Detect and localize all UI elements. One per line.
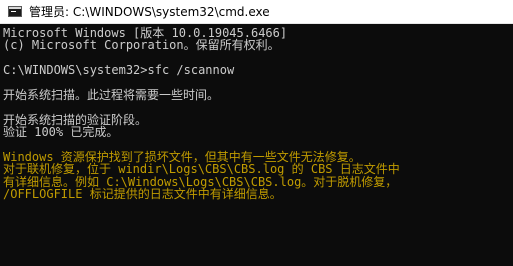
cmd-window: 管理员: C:\WINDOWS\system32\cmd.exe Microso…: [0, 0, 513, 266]
title-bar[interactable]: 管理员: C:\WINDOWS\system32\cmd.exe: [0, 0, 513, 24]
console-output[interactable]: Microsoft Windows [版本 10.0.19045.6466] (…: [0, 24, 513, 202]
console-line: 验证 100% 已完成。: [3, 125, 119, 140]
window-title: 管理员: C:\WINDOWS\system32\cmd.exe: [29, 5, 270, 19]
cmd-icon: [8, 6, 22, 17]
warning-line: 对于联机修复，位于 windir\Logs\CBS\CBS.log 的 CBS …: [3, 162, 400, 177]
console-line: 开始系统扫描。此过程将需要一些时间。: [3, 87, 220, 102]
warning-line: /OFFLOGFILE 标记提供的日志文件中有详细信息。: [3, 187, 282, 202]
console-line: (c) Microsoft Corporation。保留所有权利。: [3, 38, 280, 53]
command-line: C:\WINDOWS\system32>sfc /scannow: [3, 63, 235, 78]
